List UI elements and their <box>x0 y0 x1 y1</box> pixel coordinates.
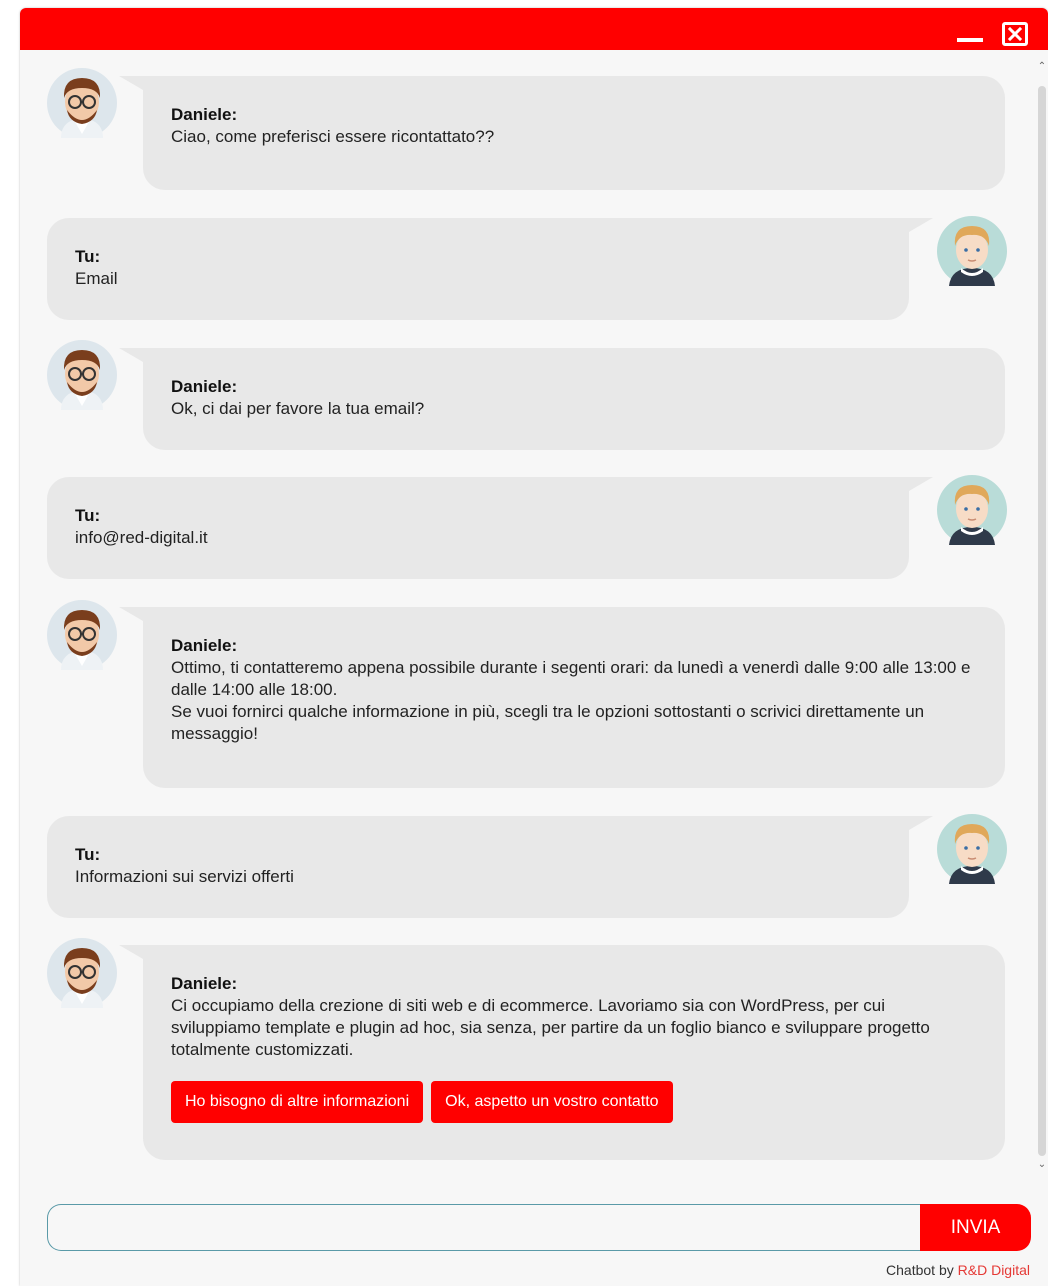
send-button[interactable]: INVIA <box>920 1204 1031 1251</box>
message-text: Ottimo, ti contatteremo appena possibile… <box>171 658 971 743</box>
bot-avatar-icon <box>47 600 117 670</box>
composer: INVIA <box>47 1204 1031 1251</box>
bot-avatar-icon <box>47 938 117 1008</box>
message-text: Informazioni sui servizi offerti <box>75 867 294 886</box>
close-icon <box>1008 27 1022 41</box>
message-input[interactable] <box>47 1204 923 1251</box>
message-sender: Daniele: <box>171 636 238 655</box>
message-sender: Tu: <box>75 247 101 266</box>
message-sender: Tu: <box>75 506 101 525</box>
minimize-button[interactable] <box>955 18 985 44</box>
message-text: Ciao, come preferisci essere ricontattat… <box>171 127 495 146</box>
scroll-thumb[interactable] <box>1038 86 1046 1156</box>
user-avatar-icon <box>937 814 1007 884</box>
close-button[interactable] <box>1002 22 1028 46</box>
message-bubble-user: Tu: Informazioni sui servizi offerti <box>47 816 933 918</box>
message-sender: Daniele: <box>171 377 238 396</box>
quick-reply-group: Ho bisogno di altre informazioni Ok, asp… <box>171 1081 977 1123</box>
bot-avatar-icon <box>47 340 117 410</box>
message-sender: Tu: <box>75 845 101 864</box>
minimize-icon <box>957 38 983 42</box>
footer-prefix: Chatbot by <box>886 1262 958 1278</box>
message-text: Ok, ci dai per favore la tua email? <box>171 399 425 418</box>
message-bubble-user: Tu: Email <box>47 218 933 320</box>
message-bubble-user: Tu: info@red-digital.it <box>47 477 933 579</box>
message-list: Daniele: Ciao, come preferisci essere ri… <box>20 50 1048 1190</box>
message-bubble-bot: Daniele: Ciao, come preferisci essere ri… <box>119 76 1005 190</box>
quick-reply-more-info-button[interactable]: Ho bisogno di altre informazioni <box>171 1081 424 1123</box>
message-bubble-bot: Daniele: Ottimo, ti contatteremo appena … <box>119 607 1005 788</box>
scrollbar[interactable]: ⌃ ⌄ <box>1036 60 1048 1172</box>
message-text: info@red-digital.it <box>75 528 208 547</box>
message-sender: Daniele: <box>171 105 238 124</box>
scroll-down-arrow-icon[interactable]: ⌄ <box>1036 1158 1048 1172</box>
message-sender: Daniele: <box>171 974 238 993</box>
chatbot-window: Daniele: Ciao, come preferisci essere ri… <box>20 8 1048 1286</box>
user-avatar-icon <box>937 475 1007 545</box>
message-bubble-bot: Daniele: Ci occupiamo della crezione di … <box>119 945 1005 1160</box>
quick-reply-await-contact-button[interactable]: Ok, aspetto un vostro contatto <box>431 1081 673 1123</box>
footer-credit: Chatbot by R&D Digital <box>20 1262 1030 1278</box>
scroll-up-arrow-icon[interactable]: ⌃ <box>1036 60 1048 74</box>
footer-brand-link[interactable]: R&D Digital <box>958 1262 1030 1278</box>
message-bubble-bot: Daniele: Ok, ci dai per favore la tua em… <box>119 348 1005 450</box>
message-text: Email <box>75 269 118 288</box>
titlebar <box>20 8 1048 50</box>
bot-avatar-icon <box>47 68 117 138</box>
user-avatar-icon <box>937 216 1007 286</box>
message-text: Ci occupiamo della crezione di siti web … <box>171 996 930 1059</box>
